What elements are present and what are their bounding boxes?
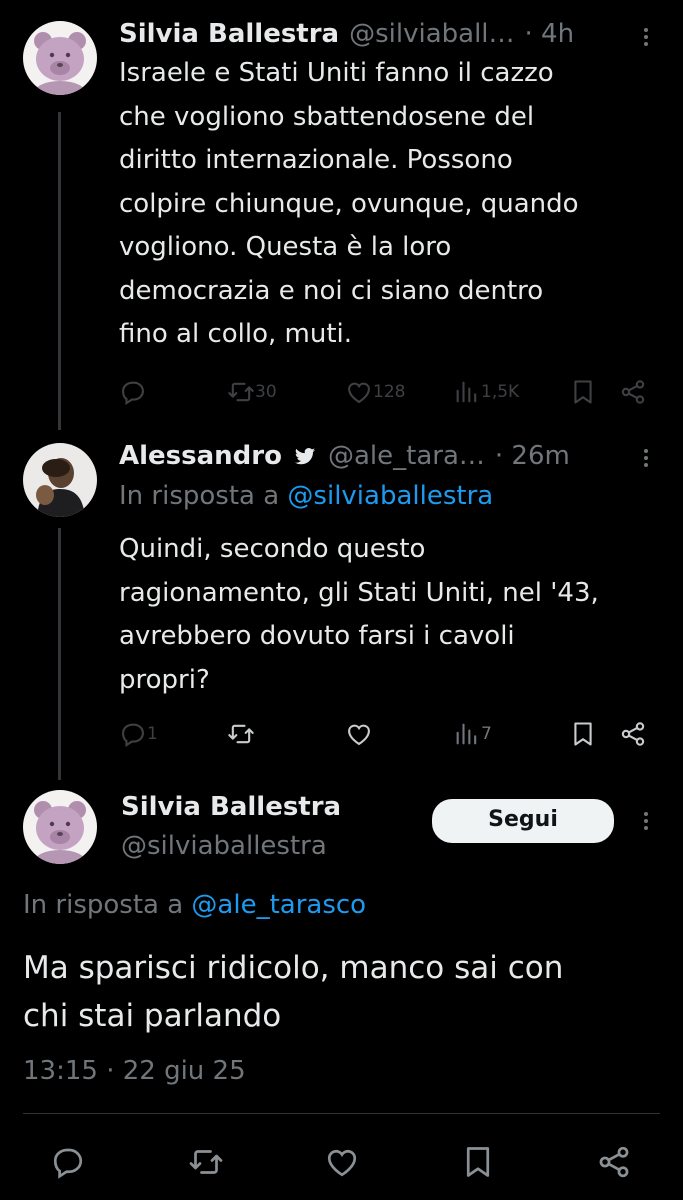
- share-button[interactable]: [596, 1144, 632, 1180]
- author-name[interactable]: Silvia Ballestra: [119, 19, 339, 49]
- reply-context: In risposta a @ale_tarasco: [23, 890, 366, 920]
- like-button[interactable]: [324, 1144, 360, 1180]
- teddy-bear-avatar-image: [23, 21, 97, 95]
- tweet-header: Silvia Ballestra @silviaball… · 4h: [119, 16, 574, 52]
- tweet-text-line: che vogliono sbattendosene del: [119, 101, 535, 132]
- views-count: 1,5K: [481, 382, 520, 402]
- tweet-time[interactable]: · 4h: [525, 19, 575, 49]
- tweet-text-line: propri?: [119, 664, 210, 695]
- tweet-text-line: Ma sparisci ridicolo, manco sai con: [23, 950, 564, 986]
- reply-button[interactable]: 1: [119, 720, 158, 748]
- bookmark-button[interactable]: [569, 378, 597, 406]
- reply-context-label: In risposta a: [119, 481, 288, 511]
- tweet-actions: 30 128 1,5K: [119, 374, 649, 410]
- more-options-icon[interactable]: [634, 806, 658, 840]
- tweet-text-line: ragionamento, gli Stati Uniti, nel '43,: [119, 577, 599, 608]
- bookmark-button[interactable]: [569, 720, 597, 748]
- like-button[interactable]: 128: [345, 378, 405, 406]
- reply-to-handle-link[interactable]: @ale_tarasco: [191, 890, 366, 920]
- author-handle[interactable]: @silviaballestra: [121, 829, 327, 863]
- twitter-bird-icon: [294, 448, 316, 465]
- reply-count: 1: [147, 724, 158, 744]
- divider: [23, 1113, 660, 1114]
- reply-to-handle-link[interactable]: @silviaballestra: [287, 481, 493, 511]
- tweet-header: Alessandro @ale_tara… · 26m: [119, 438, 570, 474]
- tweet-text: Quindi, secondo questo ragionamento, gli…: [119, 528, 664, 702]
- avatar[interactable]: [23, 443, 97, 517]
- tweet-actions: 1 7: [119, 716, 649, 752]
- tweet-text-line: chi stai parlando: [23, 998, 282, 1034]
- views-count: 7: [481, 724, 492, 744]
- thread-line: [58, 528, 61, 780]
- retweet-button[interactable]: [188, 1144, 224, 1180]
- reply-context: In risposta a @silviaballestra: [119, 481, 493, 511]
- author-handle[interactable]: @silviaball…: [349, 19, 514, 49]
- views-button[interactable]: 7: [453, 720, 492, 748]
- retweet-count: 30: [255, 382, 277, 402]
- like-count: 128: [373, 382, 406, 402]
- avatar[interactable]: [23, 21, 97, 95]
- author-name[interactable]: Alessandro: [119, 441, 282, 471]
- retweet-button[interactable]: 30: [227, 378, 277, 406]
- share-button[interactable]: [619, 720, 647, 748]
- tweet-text-line: vogliono. Questa è la loro: [119, 232, 452, 262]
- author-name[interactable]: Silvia Ballestra: [121, 790, 341, 824]
- share-button[interactable]: [619, 378, 647, 406]
- reply-button[interactable]: [50, 1144, 86, 1180]
- more-options-icon[interactable]: [634, 443, 658, 477]
- views-button[interactable]: 1,5K: [453, 378, 519, 406]
- tweet-timestamp[interactable]: 13:15 · 22 giu 25: [23, 1056, 246, 1086]
- like-button[interactable]: [345, 720, 373, 748]
- bookmark-button[interactable]: [460, 1144, 496, 1180]
- tweet-text-line: Quindi, secondo questo: [119, 534, 426, 564]
- tweet-text-line: democrazia e noi ci siano dentro: [119, 275, 544, 306]
- more-options-icon[interactable]: [634, 22, 658, 56]
- avatar[interactable]: [23, 790, 97, 864]
- tweet-text-line: Israele e Stati Uniti fanno il cazzo: [119, 58, 554, 88]
- reply-context-label: In risposta a: [23, 890, 192, 920]
- tweet-text: Ma sparisci ridicolo, manco sai con chi …: [23, 944, 663, 1040]
- retweet-button[interactable]: [227, 720, 255, 748]
- teddy-bear-avatar-image: [23, 790, 97, 864]
- person-avatar-image: [23, 443, 97, 517]
- tweet-text-line: fino al collo, muti.: [119, 319, 353, 349]
- tweet-text-line: colpire chiunque, ovunque, quando: [119, 188, 579, 219]
- author-handle[interactable]: @ale_tara…: [328, 441, 485, 471]
- tweet-text-line: avrebbero dovuto farsi i cavoli: [119, 621, 515, 651]
- thread-line: [58, 112, 61, 430]
- follow-button[interactable]: Segui: [432, 799, 614, 843]
- tweet-time[interactable]: · 26m: [495, 441, 570, 471]
- reply-button[interactable]: [119, 378, 147, 406]
- tweet-text: Israele e Stati Uniti fanno il cazzo che…: [119, 52, 664, 357]
- tweet-text-line: diritto internazionale. Possono: [119, 145, 513, 175]
